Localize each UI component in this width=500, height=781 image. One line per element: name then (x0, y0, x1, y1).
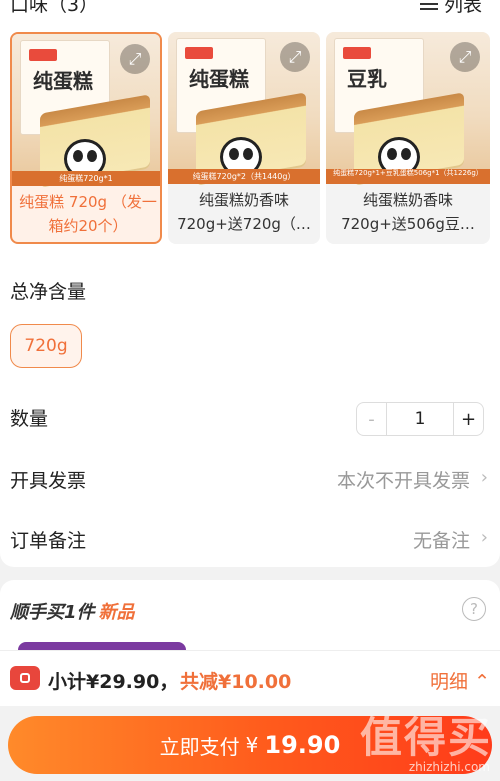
flavor-option-3[interactable]: 豆乳 ⤢ 纯蛋糕720g*1+豆乳蛋糕506g*1（共1226g） 纯蛋糕奶香味… (326, 32, 490, 244)
pay-label: 立即支付 (159, 734, 240, 759)
list-view-toggle[interactable]: 列表 (419, 0, 482, 17)
new-badge: 新品 (98, 602, 135, 623)
subtotal-text: 小计¥29.90， (48, 671, 179, 693)
detail-label: 明细 (430, 671, 469, 693)
product-image: 纯蛋糕 ⤢ 纯蛋糕720g*2（共1440g） (168, 32, 320, 184)
flavor-title: 口味（3） (10, 0, 99, 16)
product-image: 纯蛋糕 ⤢ 纯蛋糕720g*1 (12, 34, 160, 186)
invoice-value: 本次不开具发票 (336, 470, 470, 492)
flavor-option-2[interactable]: 纯蛋糕 ⤢ 纯蛋糕720g*2（共1440g） 纯蛋糕奶香味 720g+送720… (168, 32, 320, 244)
flavor-options: 纯蛋糕 ⤢ 纯蛋糕720g*1 纯蛋糕 720g （发一箱约20个） 纯蛋糕 ⤢… (10, 32, 490, 244)
invoice-label: 开具发票 (10, 470, 87, 492)
flavor-option-1[interactable]: 纯蛋糕 ⤢ 纯蛋糕720g*1 纯蛋糕 720g （发一箱约20个） (10, 32, 162, 244)
brand-logo (29, 49, 57, 61)
product-tag: 纯蛋糕720g*2（共1440g） (168, 169, 320, 184)
product-tag: 纯蛋糕720g*1 (12, 171, 160, 186)
addon-title: 顺手买1件 新品 (10, 598, 135, 624)
product-name: 纯蛋糕 720g （发一箱约20个） (19, 193, 157, 235)
detail-toggle[interactable]: 明细 ⌃ (430, 667, 490, 694)
quantity-label: 数量 (10, 408, 49, 430)
decrease-button[interactable]: - (357, 403, 387, 435)
net-weight-title: 总净含量 (10, 281, 87, 303)
brand-logo (343, 47, 371, 59)
product-name: 纯蛋糕奶香味 720g+送720g（… (177, 191, 311, 233)
list-icon (419, 0, 438, 11)
addon-title-text: 顺手买1件 (10, 602, 95, 623)
order-note-value: 无备注 (412, 530, 470, 552)
increase-button[interactable]: + (453, 403, 483, 435)
pay-currency: ¥ (245, 733, 259, 757)
flavor-header: 口味（3） 列表 (10, 0, 490, 17)
discount-text: 共减¥10.00 (180, 671, 292, 693)
coupon-icon (10, 666, 40, 690)
spec-sheet: 口味（3） 列表 纯蛋糕 ⤢ 纯蛋糕720g*1 纯蛋糕 720g （发一箱约2… (0, 0, 500, 567)
product-name: 纯蛋糕奶香味 720g+送506g豆… (341, 191, 475, 233)
box-word: 豆乳 (347, 67, 387, 91)
product-image: 豆乳 ⤢ 纯蛋糕720g*1+豆乳蛋糕506g*1（共1226g） (326, 32, 490, 184)
help-icon[interactable]: ? (462, 597, 486, 621)
weight-option-720g[interactable]: 720g (10, 324, 82, 368)
chevron-right-icon: › (480, 527, 488, 548)
pay-amount: 19.90 (264, 731, 341, 759)
chevron-up-icon: ⌃ (474, 671, 490, 693)
quantity-stepper: - 1 + (356, 402, 484, 436)
list-view-label: 列表 (443, 0, 482, 16)
quantity-row: 数量 - 1 + (10, 402, 490, 436)
invoice-row[interactable]: 开具发票 本次不开具发票 › (10, 464, 490, 494)
watermark-url: zhizhizhi.com (408, 760, 490, 774)
chevron-right-icon: › (480, 467, 488, 488)
addon-section: 顺手买1件 新品 ? (0, 580, 500, 652)
expand-icon[interactable]: ⤢ (280, 42, 310, 72)
box-word: 纯蛋糕 (33, 69, 93, 93)
product-tag: 纯蛋糕720g*1+豆乳蛋糕506g*1（共1226g） (326, 169, 490, 184)
expand-icon[interactable]: ⤢ (120, 44, 150, 74)
box-word: 纯蛋糕 (189, 67, 249, 91)
brand-logo (185, 47, 213, 59)
quantity-value[interactable]: 1 (387, 403, 453, 435)
order-note-row[interactable]: 订单备注 无备注 › (10, 524, 490, 554)
expand-icon[interactable]: ⤢ (450, 42, 480, 72)
subtotal-bar: 小计¥29.90， 共减¥10.00 明细 ⌃ (0, 650, 500, 706)
order-note-label: 订单备注 (10, 530, 87, 552)
